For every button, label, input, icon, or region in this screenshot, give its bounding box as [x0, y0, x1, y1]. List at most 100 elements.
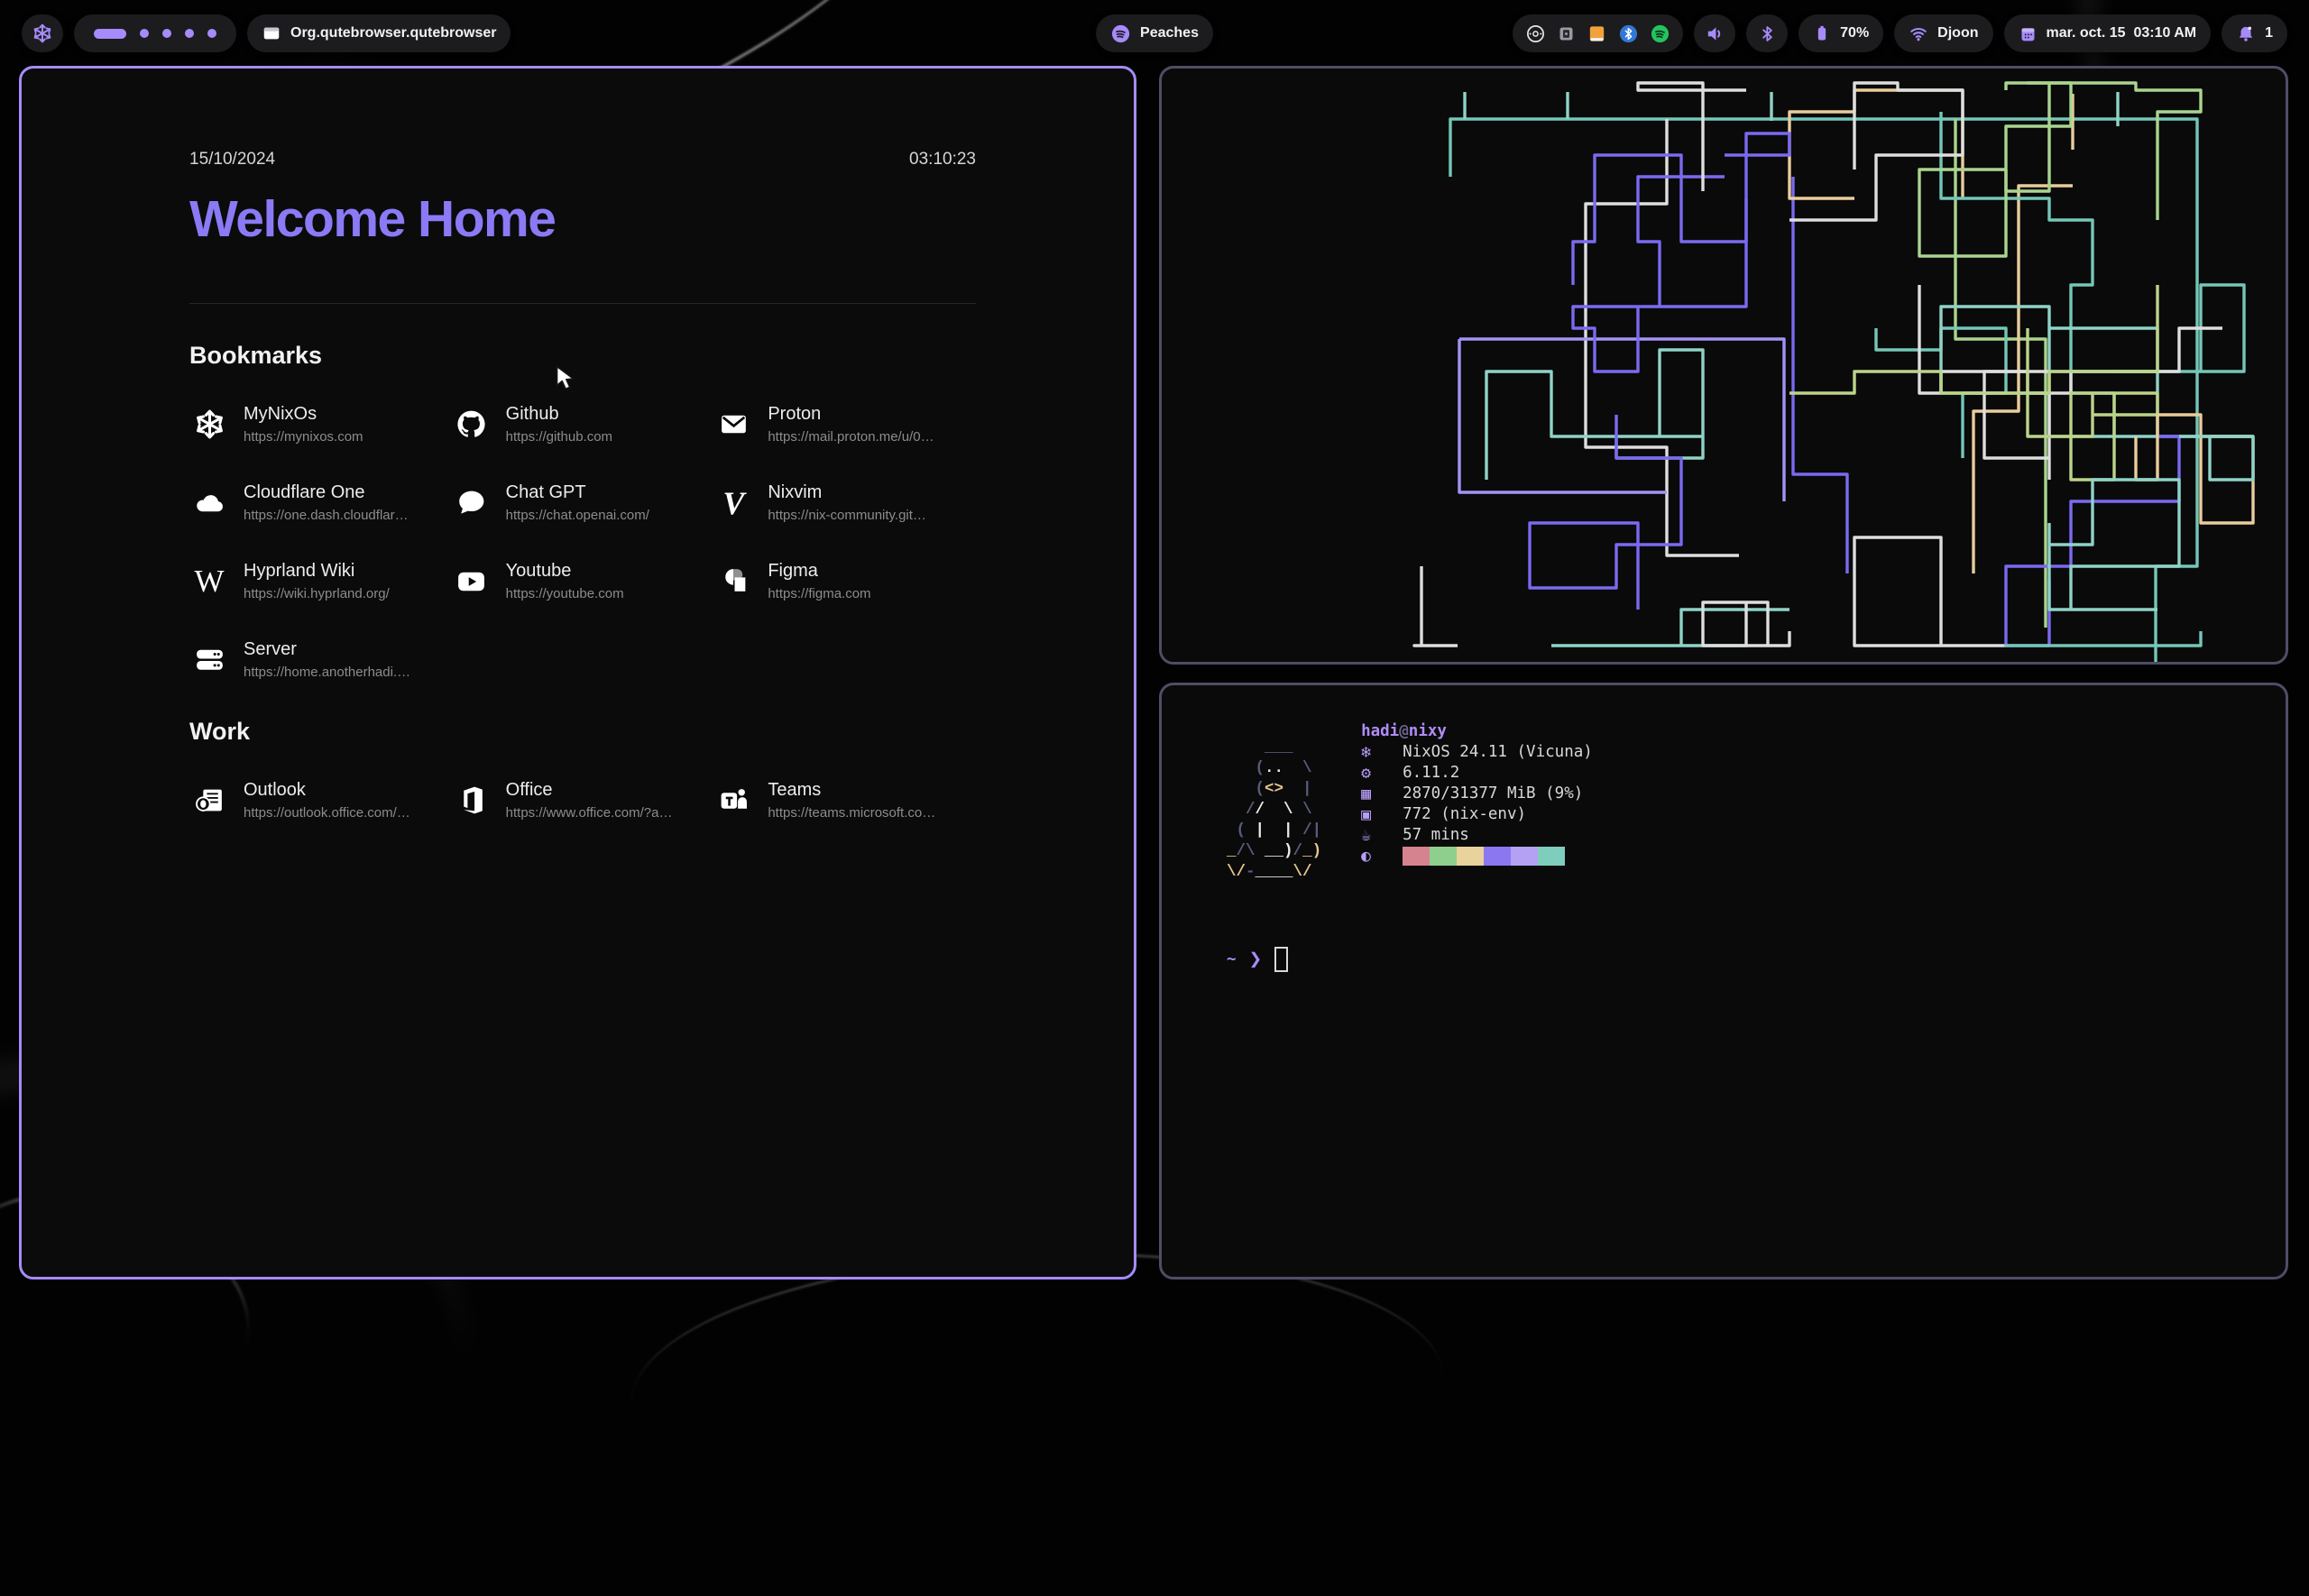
pipes-screensaver: [1162, 69, 2286, 662]
chat-icon: [452, 485, 492, 521]
section-heading: Bookmarks: [189, 342, 976, 370]
qutebrowser-window[interactable]: 15/10/2024 03:10:23 Welcome Home Bookmar…: [19, 66, 1136, 1280]
spotify-tray-icon[interactable]: [1650, 23, 1670, 44]
startpage-sections: Bookmarks MyNixOs https://mynixos.com Githu…: [189, 342, 976, 821]
prompt-chevron-icon: ❯: [1249, 949, 1263, 970]
bookmark-item[interactable]: Teamshttps://teams.microsoft.co…: [713, 780, 976, 821]
palette-swatch: [1430, 847, 1457, 866]
workspace-dot[interactable]: [140, 29, 149, 38]
workspace-dot[interactable]: [185, 29, 194, 38]
at-separator: @: [1399, 721, 1409, 742]
fastfetch-info: hadi@nixy ❄NixOS 24.11 (Vicuna)⚙6.11.2▦2…: [1361, 721, 1593, 898]
bookmark-url: https://mynixos.com: [244, 429, 363, 445]
bookmark-name: Hyprland Wiki: [244, 561, 390, 582]
network-widget[interactable]: Djoon: [1894, 14, 1992, 52]
clock-widget[interactable]: mar. oct. 15 03:10 AM: [2004, 14, 2212, 52]
bookmark-name: Office: [506, 780, 673, 801]
teams-icon: [713, 783, 753, 819]
bookmark-item[interactable]: Serverhttps://home.anotherhadi.…: [189, 639, 452, 680]
pipes-terminal-window[interactable]: [1159, 66, 2288, 665]
outlook-icon: [189, 783, 229, 819]
volume-widget[interactable]: [1694, 14, 1735, 52]
nix-icon: [32, 23, 53, 44]
bookmark-name: Proton: [768, 404, 934, 425]
bookmark-item[interactable]: MyNixOs https://mynixos.com: [189, 404, 452, 445]
bookmark-url: https://outlook.office.com/…: [244, 805, 410, 821]
bookmark-url: https://github.com: [506, 429, 612, 445]
mail-icon: [713, 407, 753, 443]
battery-widget[interactable]: 70%: [1798, 14, 1883, 52]
workspace-dot[interactable]: [207, 29, 216, 38]
fastfetch-terminal-window[interactable]: ___ (.. \ (<> | // \ \ ( | | /| _/\ __)/…: [1159, 683, 2288, 1280]
bluetooth-icon: [1758, 24, 1777, 43]
notifications-widget[interactable]: 1: [2222, 14, 2287, 52]
wallpaper-swirl: [627, 1239, 1448, 1540]
bookmark-url: https://www.office.com/?a…: [506, 805, 673, 821]
active-window-pill[interactable]: Org.qutebrowser.qutebrowser: [247, 14, 511, 52]
bookmark-item[interactable]: Office https://www.office.com/?a…: [452, 780, 714, 821]
now-playing-pill[interactable]: Peaches: [1096, 14, 1213, 52]
github-icon: [452, 407, 492, 443]
palette-row: ◐: [1361, 846, 1593, 867]
bookmark-name: MyNixOs: [244, 404, 363, 425]
bookmark-url: https://teams.microsoft.co…: [768, 805, 935, 821]
datetime-label: mar. oct. 15 03:10 AM: [2047, 25, 2197, 41]
packages-icon: ▣: [1361, 804, 1403, 825]
bookmark-url: https://one.dash.cloudflar…: [244, 508, 409, 523]
shell-prompt[interactable]: ~ ❯: [1227, 947, 1593, 972]
bookmark-name: Chat GPT: [506, 482, 649, 503]
volume-icon: [1705, 23, 1725, 44]
bookmark-item[interactable]: WHyprland Wikihttps://wiki.hyprland.org/: [189, 561, 452, 601]
fastfetch-info-row: ☕57 mins: [1361, 825, 1593, 846]
bookmark-url: https://chat.openai.com/: [506, 508, 649, 523]
top-bar: Org.qutebrowser.qutebrowser Peaches: [0, 13, 2309, 54]
uptime-icon: ☕: [1361, 825, 1403, 846]
nixvim-v-icon: V: [713, 485, 753, 521]
bookmark-name: Outlook: [244, 780, 410, 801]
fastfetch-info-value: 6.11.2: [1403, 763, 1459, 784]
window-title: Org.qutebrowser.qutebrowser: [290, 25, 496, 41]
bookmark-item[interactable]: Github https://github.com: [452, 404, 714, 445]
window-icon: [262, 23, 281, 43]
bookmark-url: https://figma.com: [768, 586, 870, 601]
bookmark-url: https://mail.proton.me/u/0…: [768, 429, 934, 445]
divider: [189, 303, 976, 304]
startpage-time: 03:10:23: [909, 150, 976, 170]
notes-tray-icon[interactable]: [1587, 23, 1607, 44]
bluetooth-tray-icon[interactable]: [1618, 23, 1639, 44]
workspace-indicator: [74, 14, 236, 52]
workspace-active[interactable]: [94, 29, 126, 39]
info-rows: ❄NixOS 24.11 (Vicuna)⚙6.11.2▦2870/31377 …: [1361, 742, 1593, 846]
app-window-tray-icon[interactable]: [1557, 24, 1576, 43]
fastfetch-info-row: ▦2870/31377 MiB (9%): [1361, 784, 1593, 804]
bookmark-item[interactable]: Cloudflare One https://one.dash.cloudflar…: [189, 482, 452, 523]
bookmark-item[interactable]: Youtubehttps://youtube.com: [452, 561, 714, 601]
bookmark-name: Cloudflare One: [244, 482, 409, 503]
bookmark-item[interactable]: Outlook https://outlook.office.com/…: [189, 780, 452, 821]
bookmark-item[interactable]: Proton https://mail.proton.me/u/0…: [713, 404, 976, 445]
bookmark-item[interactable]: Chat GPT https://chat.openai.com/: [452, 482, 714, 523]
system-tray: [1513, 14, 1683, 52]
bookmark-item[interactable]: Figmahttps://figma.com: [713, 561, 976, 601]
terminal-cursor: [1274, 947, 1288, 972]
user-host-line: hadi@nixy: [1361, 721, 1593, 742]
fastfetch-info-value: 57 mins: [1403, 825, 1469, 846]
wifi-icon: [1909, 23, 1928, 43]
palette-swatch: [1484, 847, 1511, 866]
section-heading: Work: [189, 718, 976, 746]
palette-icon: ◐: [1361, 846, 1403, 867]
calendar-icon: [2019, 24, 2038, 43]
recorder-tray-icon[interactable]: [1525, 23, 1546, 44]
bookmark-grid: MyNixOs https://mynixos.com Github https://…: [189, 404, 976, 680]
workspace-dot[interactable]: [162, 29, 171, 38]
bookmark-name: Github: [506, 404, 612, 425]
mouse-cursor: [555, 364, 579, 392]
bluetooth-widget[interactable]: [1746, 14, 1788, 52]
bell-icon: [2236, 23, 2256, 43]
nix-menu-button[interactable]: [22, 14, 63, 52]
bookmark-item[interactable]: VNixvimhttps://nix-community.git…: [713, 482, 976, 523]
fastfetch-info-row: ⚙6.11.2: [1361, 763, 1593, 784]
palette-swatch: [1403, 847, 1430, 866]
page-title: Welcome Home: [189, 189, 976, 249]
network-label: Djoon: [1937, 25, 1978, 41]
